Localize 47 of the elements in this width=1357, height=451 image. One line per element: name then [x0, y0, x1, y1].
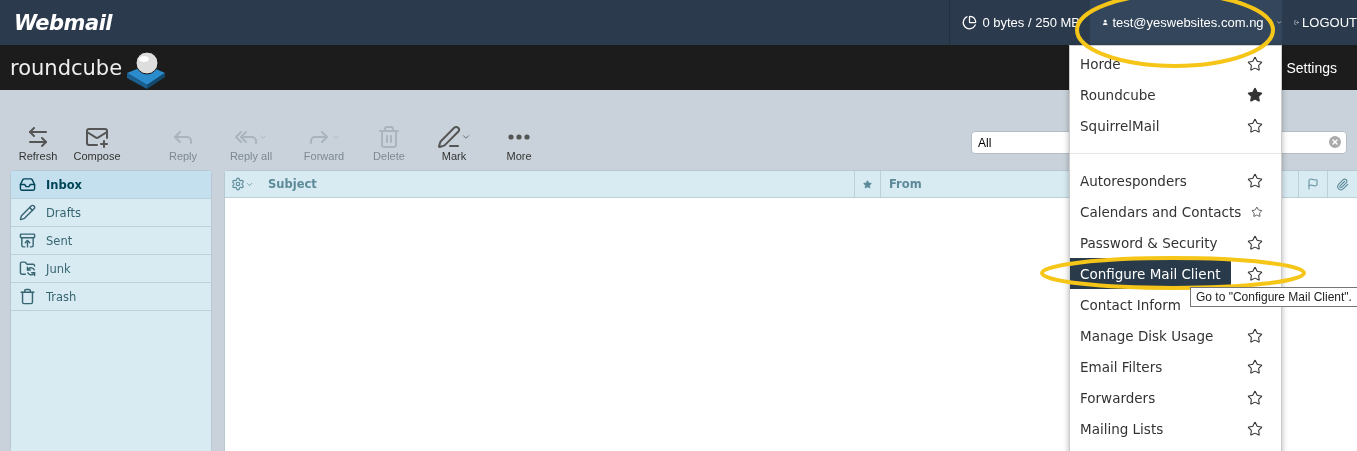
upload-box-icon — [19, 232, 36, 249]
tooltip: Go to "Configure Mail Client". — [1190, 287, 1357, 307]
menu-item[interactable]: Manage Disk Usage — [1070, 324, 1224, 347]
roundcube-logo: roundcube — [10, 55, 123, 80]
star-icon[interactable] — [1247, 327, 1263, 344]
folder-item[interactable]: Trash — [11, 283, 211, 311]
logout-link[interactable]: LOGOUT — [1282, 15, 1357, 30]
star-icon[interactable] — [1247, 55, 1263, 72]
menu-item[interactable]: Contact Inform — [1070, 293, 1191, 316]
more-icon — [508, 134, 530, 140]
menu-item[interactable]: Email Filters — [1070, 355, 1173, 378]
menu-item[interactable]: Horde — [1070, 52, 1131, 75]
toolbar-button[interactable]: Refresh — [10, 124, 66, 162]
toolbar-button[interactable]: Mark — [424, 124, 484, 162]
star-icon[interactable] — [1247, 265, 1263, 282]
toolbar-button[interactable]: Compose — [66, 124, 128, 162]
star-icon[interactable] — [1247, 420, 1263, 437]
arrows-icon — [26, 125, 50, 149]
folder-item[interactable]: Inbox — [11, 171, 211, 199]
toolbar-button[interactable]: More — [492, 124, 546, 162]
menu-item[interactable]: Mailing Lists — [1070, 417, 1174, 440]
menu-item[interactable]: Calendars and Contacts — [1070, 200, 1252, 223]
pen-icon — [437, 125, 461, 149]
menu-item[interactable]: Roundcube — [1070, 83, 1166, 106]
folder-recycle-icon — [19, 260, 36, 277]
pie-chart-icon — [962, 15, 978, 30]
envelope-plus-icon — [85, 125, 109, 149]
trash-icon — [377, 125, 401, 149]
star-icon[interactable] — [1247, 234, 1263, 251]
pencil-icon — [19, 204, 36, 221]
star-icon[interactable] — [1247, 172, 1263, 189]
inbox-icon — [19, 176, 36, 193]
star-icon[interactable] — [1247, 389, 1263, 406]
folder-item[interactable]: Drafts — [11, 199, 211, 227]
menu-item[interactable]: Forwarders — [1070, 386, 1166, 409]
star-icon[interactable] — [1247, 86, 1263, 103]
menu-item[interactable]: Password & Security — [1070, 231, 1228, 254]
menu-item[interactable]: SquirrelMail — [1070, 114, 1170, 137]
folder-item[interactable]: Junk — [11, 255, 211, 283]
star-icon[interactable] — [1247, 358, 1263, 375]
settings-link[interactable]: Settings — [1286, 59, 1337, 76]
webmail-logo: Webmail — [14, 10, 113, 35]
menu-item[interactable]: Autoresponders — [1070, 169, 1197, 192]
trash-icon — [19, 288, 36, 305]
user-menu-button[interactable]: test@yeswebsites.com.ng — [1090, 0, 1282, 45]
folder-item[interactable]: Sent — [11, 227, 211, 255]
star-icon[interactable] — [1247, 117, 1263, 134]
